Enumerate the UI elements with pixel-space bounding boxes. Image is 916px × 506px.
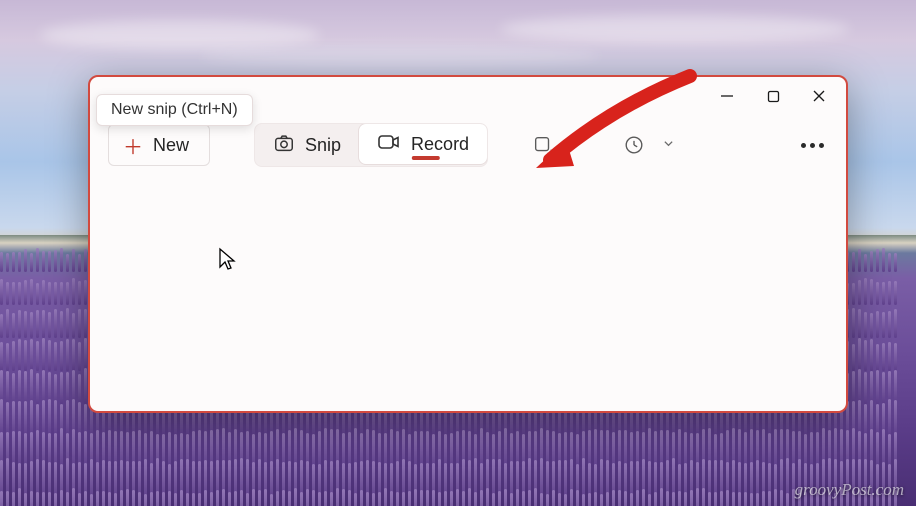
video-icon <box>377 131 401 158</box>
canvas-area <box>92 177 844 409</box>
plus-icon: ＋ <box>123 131 143 160</box>
tab-record[interactable]: Record <box>358 123 488 165</box>
chevron-down-icon[interactable] <box>568 138 587 152</box>
maximize-button[interactable] <box>750 80 796 112</box>
snip-mode-button[interactable] <box>526 124 560 166</box>
new-button[interactable]: ＋ New <box>108 124 210 166</box>
tooltip-text: New snip (Ctrl+N) <box>111 101 238 118</box>
mode-toggle: Snip Record <box>254 123 488 167</box>
cursor-icon <box>218 247 238 273</box>
more-button[interactable] <box>791 143 834 148</box>
new-button-label: New <box>153 135 189 156</box>
watermark: groovyPost.com <box>795 480 904 500</box>
new-button-tooltip: New snip (Ctrl+N) <box>96 94 253 126</box>
minimize-button[interactable] <box>704 80 750 112</box>
active-indicator <box>412 156 440 160</box>
snip-label: Snip <box>305 135 341 156</box>
close-button[interactable] <box>796 80 842 112</box>
record-label: Record <box>411 134 469 155</box>
camera-icon <box>273 132 295 159</box>
delay-button[interactable] <box>617 124 651 166</box>
tab-snip[interactable]: Snip <box>255 124 359 166</box>
chevron-down-icon[interactable] <box>659 138 678 152</box>
